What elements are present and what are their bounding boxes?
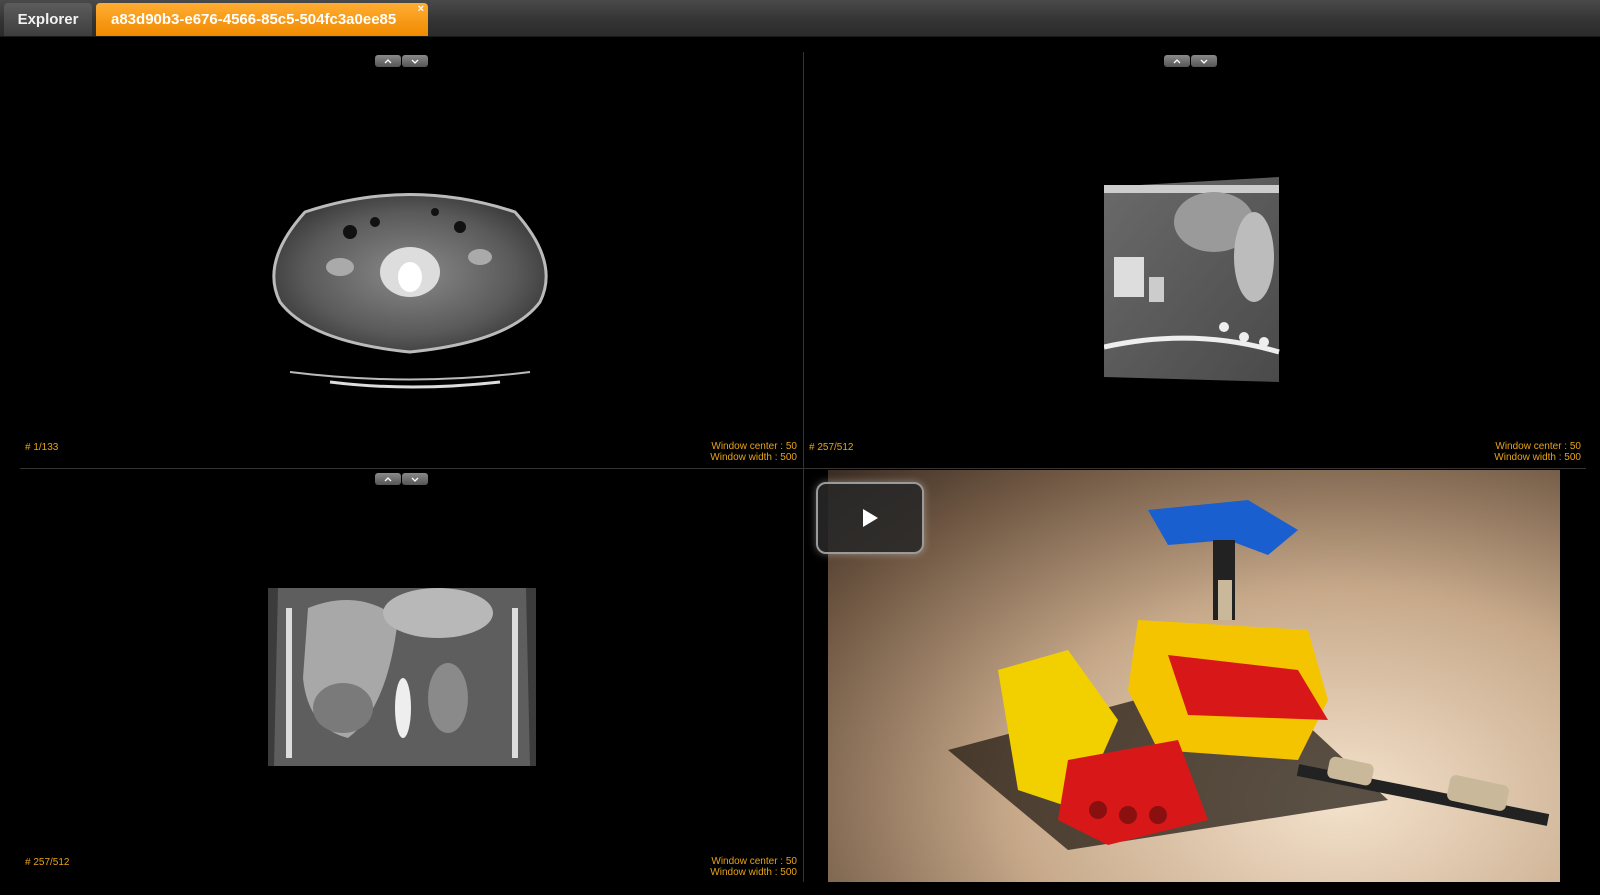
viewport-video[interactable]: [804, 470, 1586, 882]
window-level-info: Window center : 50 Window width : 500: [710, 856, 797, 878]
chevron-up-icon[interactable]: [375, 473, 401, 485]
window-center: Window center : 50: [711, 856, 797, 867]
window-width: Window width : 500: [1494, 452, 1581, 463]
tab-explorer[interactable]: Explorer: [4, 3, 92, 36]
window-width: Window width : 500: [710, 867, 797, 878]
slice-nav-buttons: [1164, 55, 1217, 67]
window-center: Window center : 50: [711, 441, 797, 452]
chevron-down-icon[interactable]: [1191, 55, 1217, 67]
window-center: Window center : 50: [1495, 441, 1581, 452]
slice-nav-buttons: [375, 55, 428, 67]
chevron-down-icon[interactable]: [402, 473, 428, 485]
close-icon[interactable]: ×: [418, 3, 424, 15]
tab-bar: Explorer a83d90b3-e676-4566-85c5-504fc3a…: [0, 0, 1600, 37]
play-button[interactable]: [816, 482, 924, 554]
slice-index: # 257/512: [25, 857, 70, 868]
chevron-up-icon[interactable]: [375, 55, 401, 67]
lego-model-image: [948, 500, 1550, 850]
play-icon: [863, 509, 878, 527]
viewport-axial[interactable]: # 1/133 Window center : 50 Window width …: [20, 52, 802, 467]
window-level-info: Window center : 50 Window width : 500: [710, 441, 797, 463]
tab-study[interactable]: a83d90b3-e676-4566-85c5-504fc3a0ee85 ×: [96, 3, 428, 36]
video-frame: [828, 470, 1560, 882]
tab-study-label: a83d90b3-e676-4566-85c5-504fc3a0ee85: [111, 11, 397, 28]
coronal-ct-image: [268, 588, 536, 766]
axial-ct-image: [272, 193, 548, 389]
slice-index: # 1/133: [25, 442, 59, 453]
window-level-info: Window center : 50 Window width : 500: [1494, 441, 1581, 463]
viewport-coronal[interactable]: # 257/512 Window center : 50 Window widt…: [20, 470, 802, 882]
sagittal-ct-image: [1104, 177, 1280, 382]
chevron-down-icon[interactable]: [402, 55, 428, 67]
viewport-sagittal[interactable]: # 257/512 Window center : 50 Window widt…: [804, 52, 1586, 467]
slice-nav-buttons: [375, 473, 428, 485]
slice-index: # 257/512: [809, 442, 854, 453]
chevron-up-icon[interactable]: [1164, 55, 1190, 67]
window-width: Window width : 500: [710, 452, 797, 463]
